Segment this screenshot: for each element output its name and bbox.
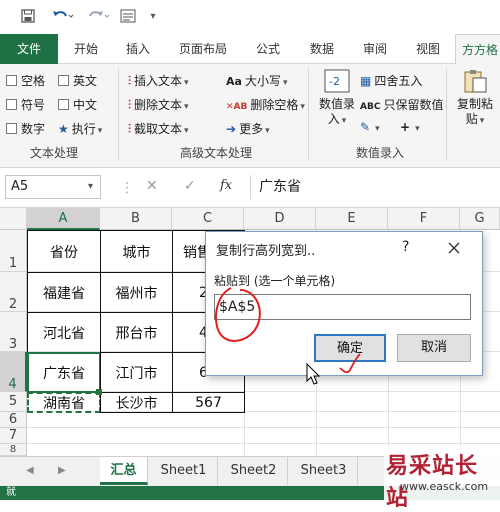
prev-sheet-icon[interactable]: ◀ bbox=[26, 465, 34, 476]
sheet-tab[interactable]: Sheet3 bbox=[290, 457, 358, 485]
red-annotation bbox=[214, 287, 361, 374]
status-text: 就 bbox=[6, 487, 16, 498]
sheet-tab[interactable]: Sheet1 bbox=[150, 457, 218, 485]
sheet-tab[interactable]: 汇总 bbox=[100, 457, 148, 485]
sheet-tab[interactable]: Sheet2 bbox=[220, 457, 288, 485]
watermark: 易采站长站 www.easck.com bbox=[384, 446, 500, 511]
next-sheet-icon[interactable]: ▶ bbox=[58, 465, 66, 476]
mouse-cursor-icon bbox=[306, 363, 321, 385]
watermark-url: www.easck.com bbox=[400, 480, 489, 493]
